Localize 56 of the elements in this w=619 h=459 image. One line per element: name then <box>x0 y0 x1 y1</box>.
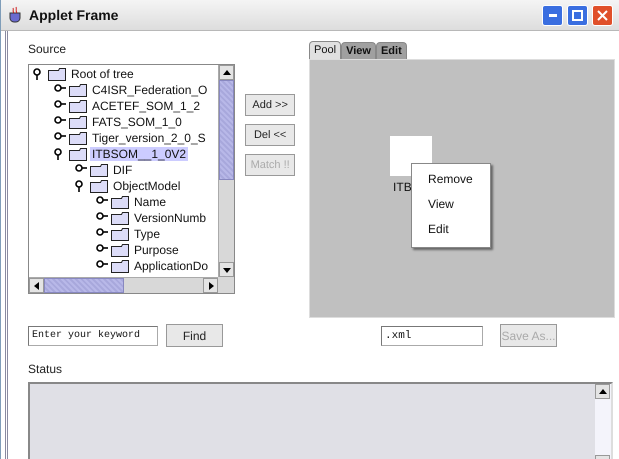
scroll-right-icon[interactable] <box>203 278 218 293</box>
tree-node[interactable]: Name <box>132 195 168 209</box>
tree-node[interactable]: ITBSOM__1_0V2 <box>90 147 188 161</box>
scroll-left-icon[interactable] <box>29 278 44 293</box>
minimize-icon <box>548 14 556 16</box>
keyword-field[interactable]: Enter your keyword <box>28 326 158 346</box>
source-label: Source <box>28 41 68 57</box>
folder-icon <box>111 228 129 240</box>
tree-node[interactable]: ApplicationDo <box>132 259 210 273</box>
maximize-button[interactable] <box>567 4 588 26</box>
scroll-down-icon[interactable] <box>219 262 234 277</box>
scrollbar-corner <box>218 277 234 293</box>
status-scrollbar[interactable] <box>595 384 611 459</box>
tree-node[interactable]: Root of tree <box>69 67 136 81</box>
vertical-scrollbar[interactable] <box>218 65 234 277</box>
menu-item[interactable]: Edit <box>412 218 490 243</box>
filename-field[interactable]: .xml <box>381 326 483 346</box>
menu-item[interactable]: Remove <box>412 168 490 193</box>
scroll-up-icon[interactable] <box>219 65 234 80</box>
tab[interactable]: View <box>341 42 376 59</box>
transfer-button[interactable]: Add >> <box>245 94 296 116</box>
folder-icon <box>69 132 87 144</box>
folder-icon <box>69 100 87 112</box>
close-button[interactable] <box>592 4 613 26</box>
tree-node[interactable]: FATS_SOM_1_0 <box>90 115 184 129</box>
folder-icon <box>69 84 87 96</box>
tree-node[interactable]: Type <box>132 227 162 241</box>
folder-icon <box>111 244 129 256</box>
tree-node[interactable]: ObjectModel <box>111 179 182 193</box>
folder-icon <box>90 164 108 176</box>
tree-node[interactable]: C4ISR_Federation_O <box>90 83 210 97</box>
folder-icon <box>69 148 87 160</box>
minimize-button[interactable] <box>542 4 563 26</box>
folder-icon <box>111 196 129 208</box>
close-icon <box>597 10 608 20</box>
folder-icon <box>48 68 66 80</box>
window-title: Applet Frame <box>29 7 120 23</box>
tree-node[interactable]: ACETEF_SOM_1_2 <box>90 99 202 113</box>
transfer-button[interactable]: Del << <box>245 124 296 146</box>
pool-item-label: ITB <box>393 180 412 194</box>
folder-icon <box>90 180 108 192</box>
tree-node[interactable]: Purpose <box>132 243 181 257</box>
tab[interactable]: Edit <box>376 42 407 59</box>
folder-icon <box>69 116 87 128</box>
horizontal-scrollbar[interactable] <box>29 277 218 293</box>
menu-item[interactable]: View <box>412 193 490 218</box>
folder-icon <box>111 260 129 272</box>
find-button[interactable]: Find <box>166 324 223 347</box>
maximize-icon <box>572 10 583 20</box>
tree-node[interactable]: Tiger_version_2_0_S <box>90 131 208 145</box>
scroll-up-icon[interactable] <box>595 384 610 399</box>
tree-node[interactable]: DIF <box>111 163 134 177</box>
status-label: Status <box>28 362 62 376</box>
tree-node[interactable]: VersionNumb <box>132 211 208 225</box>
folder-icon <box>111 212 129 224</box>
tab[interactable]: Pool <box>309 41 342 59</box>
